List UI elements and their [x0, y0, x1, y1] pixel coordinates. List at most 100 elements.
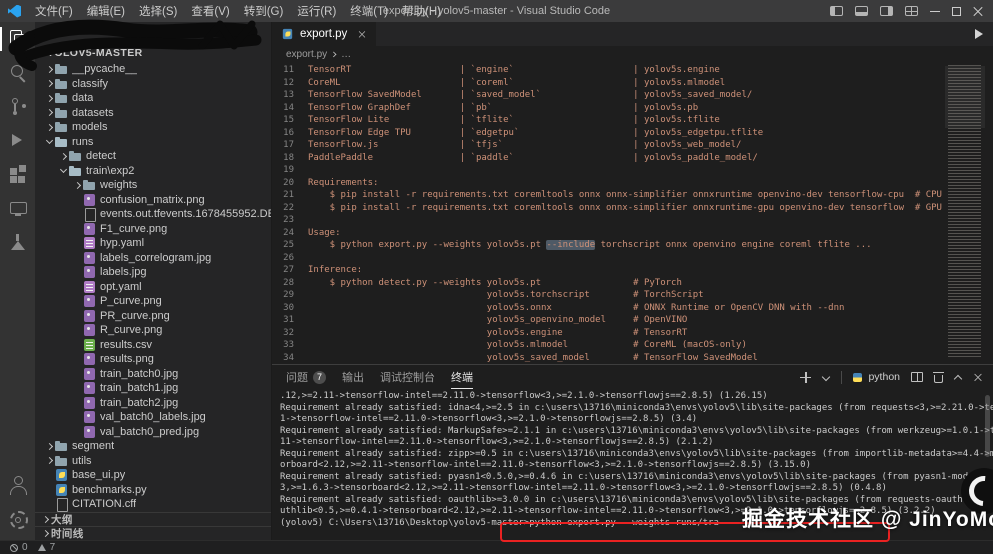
activity-bar-item[interactable] — [0, 226, 35, 260]
terminal[interactable]: .12,>=2.11->tensorflow-intel==2.11.0->te… — [272, 389, 993, 540]
activity-bar-item[interactable] — [0, 90, 35, 124]
code-editor[interactable]: 11 TensorRT | `engine` | yolov5s.engine … — [272, 62, 993, 364]
activity-bar-item[interactable] — [0, 22, 35, 56]
tree-chevron-icon — [73, 179, 83, 191]
tree-item[interactable]: train_batch2.jpg — [35, 396, 271, 411]
code-line: 24 Usage: — [272, 227, 945, 240]
tree-item[interactable]: train\exp2 — [35, 164, 271, 179]
tree-item[interactable]: results.png — [35, 352, 271, 367]
tree-item[interactable]: base_ui.py — [35, 468, 271, 483]
tab-export-py[interactable]: export.py — [272, 22, 377, 46]
tree-file-icon — [83, 266, 96, 279]
tree-item[interactable]: benchmarks.py — [35, 483, 271, 498]
minimize-icon[interactable] — [930, 10, 940, 12]
menu-item[interactable]: 转到(G) — [237, 0, 291, 22]
tree-item[interactable]: CITATION.cff — [35, 497, 271, 512]
breadcrumb-item[interactable]: export.py — [284, 49, 329, 60]
close-window-icon[interactable] — [973, 6, 983, 16]
split-terminal-icon[interactable] — [911, 372, 923, 382]
tree-item[interactable]: train_batch1.jpg — [35, 381, 271, 396]
activity-bar-item[interactable] — [0, 192, 35, 226]
tree-item[interactable]: confusion_matrix.png — [35, 193, 271, 208]
activity-bar-item[interactable] — [0, 56, 35, 90]
tree-item[interactable]: P_curve.png — [35, 294, 271, 309]
tree-item[interactable]: labels.jpg — [35, 265, 271, 280]
code-line: 19 — [272, 164, 945, 177]
tree-item[interactable]: val_batch0_labels.jpg — [35, 410, 271, 425]
tree-item[interactable]: utils — [35, 454, 271, 469]
root-folder-label: YOLOV5-MASTER — [47, 47, 143, 59]
menu-item[interactable]: 编辑(E) — [80, 0, 132, 22]
python-file-icon — [282, 28, 293, 40]
sidebar-section-header[interactable]: 大纲 — [35, 512, 271, 526]
tree-item[interactable]: F1_curve.png — [35, 222, 271, 237]
toggle-sidebar-icon[interactable] — [830, 6, 843, 16]
tree-chevron-icon — [73, 324, 83, 336]
line-number: 20 — [283, 177, 294, 188]
menu-item[interactable]: 文件(F) — [28, 0, 80, 22]
maximize-icon[interactable] — [952, 6, 961, 16]
tree-item[interactable]: results.csv — [35, 338, 271, 353]
tree-item[interactable]: labels_correlogram.jpg — [35, 251, 271, 266]
tree-item[interactable]: weights — [35, 178, 271, 193]
warning-icon — [37, 544, 46, 551]
menu-item[interactable]: 运行(R) — [290, 0, 343, 22]
activity-bar-item[interactable] — [0, 158, 35, 192]
terminal-profile-label[interactable]: python — [868, 371, 900, 383]
run-python-file-icon[interactable] — [975, 29, 983, 39]
activity-bar-item[interactable] — [0, 502, 35, 536]
tree-item[interactable]: models — [35, 120, 271, 135]
panel-tab[interactable]: 终端 — [451, 365, 473, 389]
tree-item-label: opt.yaml — [100, 280, 142, 293]
tree-item[interactable]: data — [35, 91, 271, 106]
tree-chevron-icon — [73, 281, 83, 293]
toggle-secondary-sidebar-icon[interactable] — [880, 6, 893, 16]
tree-chevron-icon — [45, 498, 55, 510]
tree-file-icon — [83, 367, 96, 380]
tree-file-icon — [55, 92, 68, 104]
sidebar-section-header[interactable]: 时间线 — [35, 526, 271, 540]
panel-tab[interactable]: 调试控制台 — [380, 365, 435, 389]
tree-item[interactable]: opt.yaml — [35, 280, 271, 295]
tree-item[interactable]: __pycache__ — [35, 62, 271, 77]
code-line: 13 TensorFlow SavedModel | `saved_model`… — [272, 89, 945, 102]
problems-count-badge: 7 — [313, 370, 327, 384]
terminal-profile-dropdown-icon[interactable] — [822, 373, 830, 381]
tree-item[interactable]: events.out.tfevents.1678455952.DESKTOP-M… — [35, 207, 271, 222]
code-line: 29 yolov5s.torchscript # TorchScript — [272, 289, 945, 302]
customize-layout-icon[interactable] — [905, 6, 918, 16]
tree-item[interactable]: datasets — [35, 106, 271, 121]
tree-chevron-icon — [45, 484, 55, 496]
tree-file-icon — [83, 353, 96, 366]
menu-item[interactable]: 查看(V) — [184, 0, 236, 22]
panel-tab[interactable]: 输出 — [342, 365, 364, 389]
tree-item[interactable]: detect — [35, 149, 271, 164]
maximize-panel-icon[interactable] — [954, 373, 962, 381]
new-terminal-icon[interactable] — [800, 371, 812, 383]
terminal-scrollbar[interactable] — [985, 395, 990, 457]
explorer-root-folder[interactable]: YOLOV5-MASTER — [35, 44, 271, 62]
tree-item[interactable]: val_batch0_pred.jpg — [35, 425, 271, 440]
error-count: 0 — [22, 542, 28, 553]
minimap[interactable] — [945, 62, 993, 364]
tree-item[interactable]: classify — [35, 77, 271, 92]
breadcrumb-item[interactable]: … — [339, 49, 353, 60]
tree-item[interactable]: hyp.yaml — [35, 236, 271, 251]
toggle-panel-icon[interactable] — [855, 6, 868, 16]
problems-status[interactable]: 0 7 — [10, 542, 55, 553]
tree-item[interactable]: R_curve.png — [35, 323, 271, 338]
activity-bar-item[interactable] — [0, 468, 35, 502]
tree-chevron-icon — [73, 266, 83, 278]
tree-item[interactable]: train_batch0.jpg — [35, 367, 271, 382]
activity-bar-item[interactable] — [0, 124, 35, 158]
tree-item[interactable]: runs — [35, 135, 271, 150]
panel-tab[interactable]: 问题 7 — [286, 365, 327, 389]
terminal-line: uthlib<0.5,>=0.4.1->tensorboard<2.12,>=2… — [280, 506, 936, 516]
menu-item[interactable]: 选择(S) — [132, 0, 184, 22]
tree-item[interactable]: PR_curve.png — [35, 309, 271, 324]
close-panel-icon[interactable] — [974, 373, 982, 381]
line-number: 26 — [283, 252, 294, 263]
kill-terminal-icon[interactable] — [933, 371, 944, 383]
tree-item[interactable]: segment — [35, 439, 271, 454]
close-tab-icon[interactable] — [359, 31, 366, 38]
